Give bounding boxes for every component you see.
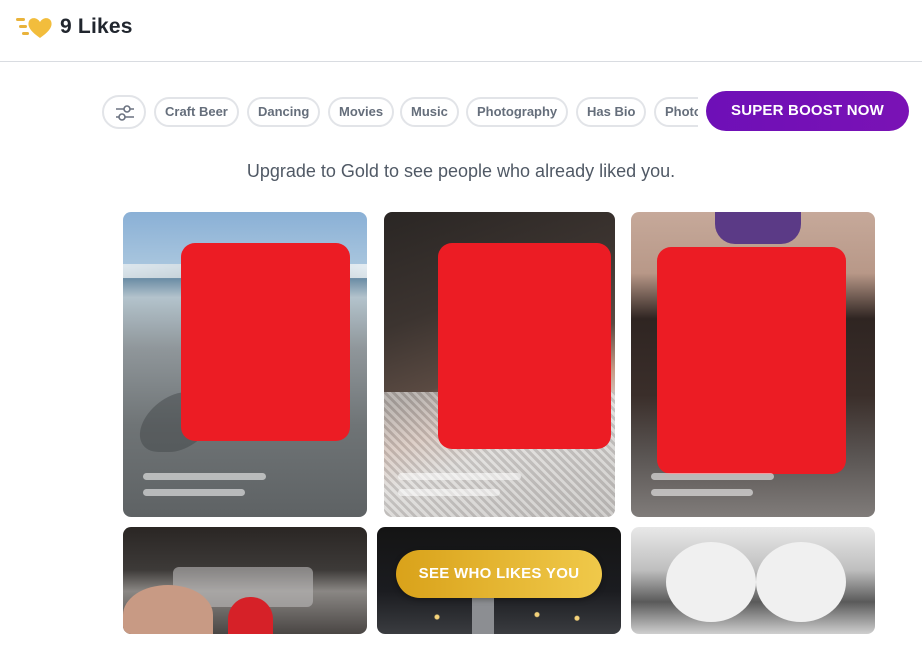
redaction-box [657, 247, 846, 474]
filter-chip-dancing[interactable]: Dancing [247, 97, 321, 127]
filter-chip-has-bio[interactable]: Has Bio [576, 97, 647, 127]
see-who-likes-you-button[interactable]: SEE WHO LIKES YOU [396, 550, 602, 598]
name-placeholder-bar [143, 473, 266, 480]
filter-bar: Craft Beer Dancing Movies Music Photogra… [102, 95, 698, 129]
info-placeholder-bar [651, 489, 753, 496]
name-placeholder-bar [398, 473, 521, 480]
filter-chip-movies[interactable]: Movies [328, 97, 395, 127]
upgrade-message: Upgrade to Gold to see people who alread… [246, 161, 676, 181]
filter-chip-music[interactable]: Music [400, 97, 459, 127]
like-card-3[interactable] [631, 212, 875, 517]
like-card-6[interactable] [631, 527, 875, 634]
like-card-1[interactable] [123, 212, 367, 517]
purple-bow [715, 212, 801, 244]
redaction-box [438, 243, 611, 449]
filter-chip-photo[interactable]: Photo [654, 97, 698, 127]
redaction-box [181, 243, 350, 441]
super-boost-button[interactable]: SUPER BOOST NOW [706, 91, 909, 131]
like-card-2[interactable] [384, 212, 615, 517]
name-placeholder-bar [651, 473, 774, 480]
info-placeholder-bar [143, 489, 245, 496]
like-card-4[interactable] [123, 527, 367, 634]
page-title: 9 Likes [60, 15, 133, 38]
filter-settings-button[interactable] [102, 95, 146, 129]
filter-chip-photography[interactable]: Photography [466, 97, 569, 127]
filter-sliders-icon [116, 105, 134, 121]
filter-chip-craft-beer[interactable]: Craft Beer [154, 97, 239, 127]
page-header: 9 Likes [0, 0, 922, 62]
gold-heart-likes-icon [16, 18, 52, 38]
info-placeholder-bar [398, 489, 500, 496]
